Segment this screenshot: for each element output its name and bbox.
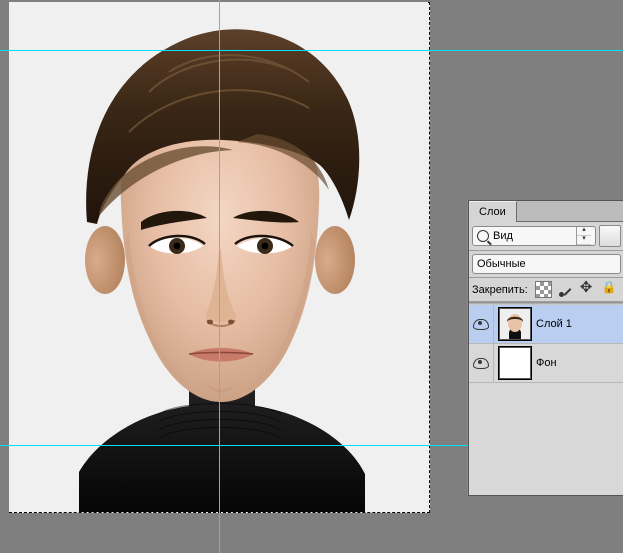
guide-vertical[interactable]: [219, 0, 220, 553]
tabs-spacer: [517, 201, 623, 221]
app-workspace: Слои Вид ▴▾ Обычные Закрепить:: [0, 0, 623, 553]
stepper-icon: ▴▾: [576, 227, 591, 245]
visibility-toggle[interactable]: [469, 305, 494, 343]
lock-row: Закрепить:: [469, 278, 623, 302]
tab-label: Слои: [479, 206, 506, 218]
layer-thumbnail[interactable]: [499, 347, 531, 379]
tab-layers[interactable]: Слои: [469, 201, 517, 222]
blend-mode-combo[interactable]: Обычные: [472, 254, 621, 274]
blend-mode-value: Обычные: [477, 258, 616, 270]
layer-thumbnail[interactable]: [499, 308, 531, 340]
panel-tabs: Слои: [469, 201, 623, 222]
filter-type-button[interactable]: [599, 225, 621, 247]
lock-transparent-pixels-icon[interactable]: [535, 281, 552, 298]
lock-all-icon[interactable]: [602, 282, 617, 297]
filter-label: Вид: [493, 230, 572, 242]
layers-list: Слой 1 Фон: [469, 305, 623, 495]
visibility-toggle[interactable]: [469, 344, 494, 382]
eye-icon: [473, 319, 489, 330]
layer-filter-row: Вид ▴▾: [469, 222, 623, 251]
lock-position-icon[interactable]: [580, 282, 595, 297]
layer-filter-combo[interactable]: Вид ▴▾: [472, 226, 596, 246]
document-window: [0, 0, 434, 553]
layer-row[interactable]: Фон: [469, 344, 623, 383]
eye-icon: [473, 358, 489, 369]
layer-name[interactable]: Фон: [536, 357, 623, 369]
guide-horizontal[interactable]: [0, 50, 623, 51]
layer-name[interactable]: Слой 1: [536, 318, 623, 330]
search-icon: [477, 230, 489, 242]
blend-mode-row: Обычные: [469, 251, 623, 278]
layer-row[interactable]: Слой 1: [469, 305, 623, 344]
layers-panel: Слои Вид ▴▾ Обычные Закрепить:: [468, 200, 623, 496]
lock-image-pixels-icon[interactable]: [559, 283, 573, 297]
lock-label: Закрепить:: [472, 284, 528, 296]
